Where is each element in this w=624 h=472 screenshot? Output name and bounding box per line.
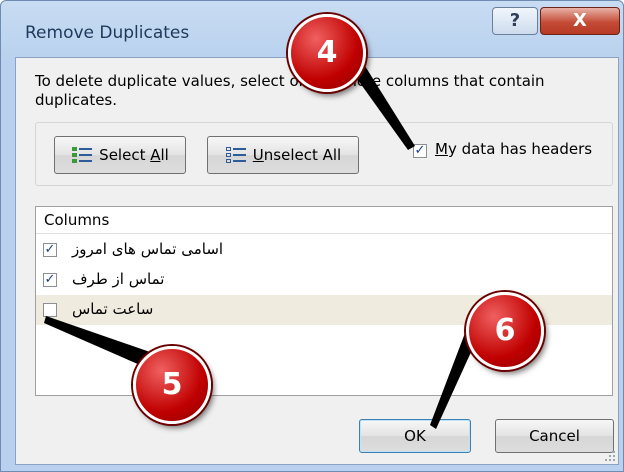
unselect-all-accesskey: U bbox=[252, 146, 264, 164]
select-all-label-prefix: Select bbox=[99, 146, 151, 164]
headers-label-rest: y data has headers bbox=[447, 140, 593, 158]
headers-accesskey: M bbox=[435, 140, 448, 158]
column-checkbox[interactable] bbox=[43, 303, 57, 317]
selection-group: Select All Unselect All ✓ My data has he… bbox=[35, 122, 613, 186]
select-all-button[interactable]: Select All bbox=[54, 136, 186, 174]
headers-checkbox[interactable]: ✓ bbox=[413, 144, 427, 158]
step-badge-4: 4 bbox=[288, 14, 366, 92]
select-all-label: Select All bbox=[99, 146, 169, 164]
cancel-label: Cancel bbox=[529, 427, 580, 445]
help-button[interactable]: ? bbox=[492, 7, 538, 35]
cancel-button[interactable]: Cancel bbox=[495, 419, 614, 453]
column-checkbox[interactable]: ✓ bbox=[43, 243, 57, 257]
column-label: اسامی تماس های امروز bbox=[72, 240, 224, 258]
unselect-all-icon bbox=[225, 147, 246, 163]
checkmark-icon: ✓ bbox=[414, 143, 426, 158]
dialog-title: Remove Duplicates bbox=[25, 23, 190, 43]
select-all-accesskey: A bbox=[150, 146, 161, 164]
column-checkbox[interactable]: ✓ bbox=[43, 273, 57, 287]
headers-checkbox-label[interactable]: My data has headers bbox=[435, 140, 592, 158]
select-all-label-suffix: ll bbox=[160, 146, 169, 164]
ok-label: OK bbox=[404, 427, 426, 445]
list-item[interactable]: ✓ اسامی تماس های امروز bbox=[36, 235, 612, 265]
ok-button[interactable]: OK bbox=[359, 419, 471, 453]
close-icon: X bbox=[573, 10, 587, 31]
checkmark-icon: ✓ bbox=[44, 242, 56, 257]
list-item[interactable]: ✓ تماس از طرف bbox=[36, 265, 612, 295]
help-icon: ? bbox=[509, 10, 521, 31]
dialog-body: To delete duplicate values, select one o… bbox=[15, 57, 619, 465]
checkmark-icon: ✓ bbox=[44, 272, 56, 287]
close-button[interactable]: X bbox=[540, 7, 620, 35]
step-badge-5: 5 bbox=[133, 346, 211, 424]
step-badge-6: 6 bbox=[466, 292, 544, 370]
columns-list-header: Columns bbox=[36, 207, 612, 234]
resize-grip-icon[interactable] bbox=[604, 450, 616, 462]
column-label: تماس از طرف bbox=[72, 270, 165, 288]
unselect-all-button[interactable]: Unselect All bbox=[207, 136, 359, 174]
column-label: ساعت تماس bbox=[72, 300, 154, 318]
unselect-all-label: Unselect All bbox=[253, 146, 341, 164]
select-all-icon bbox=[72, 147, 93, 163]
unselect-all-label-suffix: nselect All bbox=[263, 146, 342, 164]
